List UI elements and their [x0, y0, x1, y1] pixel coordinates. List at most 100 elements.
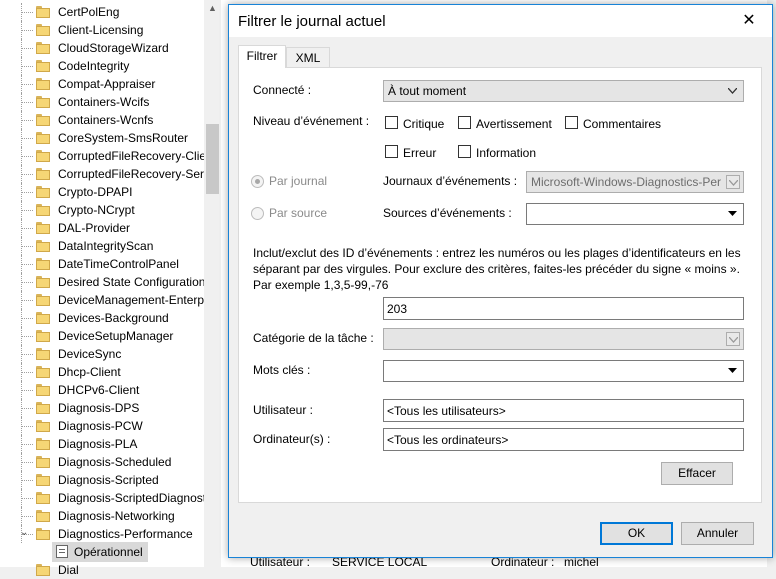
tree-item[interactable]: DeviceSync	[18, 345, 208, 363]
folder-icon	[36, 492, 51, 504]
by-source-radio[interactable]	[251, 207, 264, 220]
tree-item-label: Containers-Wcnfs	[58, 113, 154, 127]
tree-item[interactable]: Containers-Wcifs	[18, 93, 208, 111]
connected-dropdown[interactable]: À tout moment	[383, 80, 744, 102]
tree-connector	[18, 291, 33, 309]
tree-item-label: Opérationnel	[74, 545, 143, 559]
tree-connector	[18, 201, 33, 219]
clear-button[interactable]: Effacer	[661, 462, 733, 485]
tree-item[interactable]: DateTimeControlPanel	[18, 255, 208, 273]
folder-icon	[36, 348, 51, 360]
tree-item-label: DeviceSync	[58, 347, 122, 361]
connected-value: À tout moment	[388, 84, 467, 98]
tree-item-label: CorruptedFileRecovery-Serv	[58, 167, 211, 181]
tree-connector	[18, 165, 33, 183]
folder-icon	[36, 510, 51, 522]
tree-item[interactable]: Diagnosis-DPS	[18, 399, 208, 417]
tree-item[interactable]: CertPolEng	[18, 3, 208, 21]
computer-input[interactable]: <Tous les ordinateurs>	[383, 428, 744, 451]
tree-item[interactable]: Diagnostics-Performance	[18, 525, 208, 543]
tree-item[interactable]: CorruptedFileRecovery-Serv	[18, 165, 211, 183]
folder-icon	[36, 420, 51, 432]
tree-item[interactable]: Compat-Appraiser	[18, 75, 208, 93]
verbose-label: Commentaires	[583, 117, 662, 131]
tree-item[interactable]: Devices-Background	[18, 309, 208, 327]
tree-item[interactable]: Diagnosis-Scripted	[18, 471, 208, 489]
tree-item[interactable]: Diagnosis-ScriptedDiagnost	[18, 489, 208, 507]
information-label: Information	[476, 146, 537, 160]
tree-item[interactable]: Dhcp-Client	[18, 363, 208, 381]
folder-icon	[36, 384, 51, 396]
event-ids-input[interactable]: 203	[383, 297, 744, 320]
scrollbar-thumb[interactable]	[206, 124, 219, 194]
keywords-dropdown[interactable]	[383, 360, 744, 382]
folder-icon	[36, 186, 51, 198]
task-category-dropdown[interactable]	[383, 328, 744, 350]
tree-item[interactable]: CorruptedFileRecovery-Clie	[18, 147, 208, 165]
critical-label: Critique	[403, 117, 445, 131]
tree-item[interactable]: Dial	[18, 561, 208, 579]
tree-item[interactable]: DAL-Provider	[18, 219, 208, 237]
tree-item-selected[interactable]: Opérationnel	[52, 542, 148, 562]
tree-item-label: Diagnosis-PCW	[58, 419, 143, 433]
filter-dialog: Filtrer le journal actuel ✕ Filtrer XML …	[228, 4, 773, 558]
computer-value: <Tous les ordinateurs>	[387, 433, 509, 447]
tree-item[interactable]: DHCPv6-Client	[18, 381, 208, 399]
event-sources-dropdown[interactable]	[526, 203, 744, 225]
keywords-label: Mots clés :	[253, 363, 311, 377]
tree-item[interactable]: DeviceManagement-Enterp	[18, 291, 208, 309]
user-input[interactable]: <Tous les utilisateurs>	[383, 399, 744, 422]
ok-button[interactable]: OK	[600, 522, 673, 545]
event-logs-dropdown[interactable]: Microsoft-Windows-Diagnostics-Per	[526, 171, 744, 193]
tab-xml[interactable]: XML	[286, 47, 330, 68]
tab-filter[interactable]: Filtrer	[238, 45, 286, 68]
tree-item[interactable]: Crypto-DPAPI	[18, 183, 208, 201]
critical-checkbox[interactable]	[385, 116, 398, 129]
tree-item[interactable]: Containers-Wcnfs	[18, 111, 208, 129]
tree-item-label: DateTimeControlPanel	[58, 257, 179, 271]
dialog-titlebar[interactable]: Filtrer le journal actuel ✕	[229, 5, 772, 37]
warning-checkbox[interactable]	[458, 116, 471, 129]
tree-item[interactable]: Desired State Configuration	[18, 273, 208, 291]
close-icon[interactable]: ✕	[726, 5, 772, 37]
folder-icon	[36, 564, 51, 576]
tree-item[interactable]: Client-Licensing	[18, 21, 208, 39]
tree-connector	[18, 507, 33, 525]
tree-item-label: DataIntegrityScan	[58, 239, 154, 253]
chevron-down-icon	[726, 84, 740, 98]
tree-item[interactable]: CodeIntegrity	[18, 57, 208, 75]
tree-connector	[18, 345, 33, 363]
tree-scrollbar[interactable]: ▲	[204, 0, 221, 567]
tree-item[interactable]: Diagnosis-PCW	[18, 417, 208, 435]
information-checkbox[interactable]	[458, 145, 471, 158]
tree-item[interactable]: Diagnosis-Scheduled	[18, 453, 208, 471]
tree-item[interactable]: Crypto-NCrypt	[18, 201, 208, 219]
dialog-body: Filtrer XML Connecté : À tout moment Niv…	[229, 37, 772, 557]
folder-icon	[36, 24, 51, 36]
tree-item[interactable]: Diagnosis-Networking	[18, 507, 208, 525]
folder-icon	[36, 150, 51, 162]
verbose-checkbox[interactable]	[565, 116, 578, 129]
tree-item[interactable]: CoreSystem-SmsRouter	[18, 129, 208, 147]
tree-item[interactable]: Diagnosis-PLA	[18, 435, 208, 453]
tree-item-label: Containers-Wcifs	[58, 95, 150, 109]
tree-item-label: CertPolEng	[58, 5, 120, 19]
tree-item[interactable]: CloudStorageWizard	[18, 39, 208, 57]
by-log-radio[interactable]	[251, 175, 264, 188]
folder-icon	[36, 456, 51, 468]
tree-connector	[18, 309, 33, 327]
tree-connector	[18, 399, 33, 417]
chevron-down-icon[interactable]: ⌄	[20, 527, 28, 538]
tree-item[interactable]: DataIntegrityScan	[18, 237, 208, 255]
tree-connector	[18, 129, 33, 147]
scroll-up-icon[interactable]: ▲	[208, 3, 217, 13]
tree-item-label: Desired State Configuration	[58, 275, 206, 289]
tree-connector	[18, 219, 33, 237]
event-level-label: Niveau d’événement :	[253, 114, 370, 128]
cancel-button[interactable]: Annuler	[681, 522, 754, 545]
tree-item-label: Dhcp-Client	[58, 365, 121, 379]
tree-item[interactable]: DeviceSetupManager	[18, 327, 208, 345]
error-checkbox[interactable]	[385, 145, 398, 158]
tree-connector	[18, 381, 33, 399]
folder-icon	[36, 312, 51, 324]
